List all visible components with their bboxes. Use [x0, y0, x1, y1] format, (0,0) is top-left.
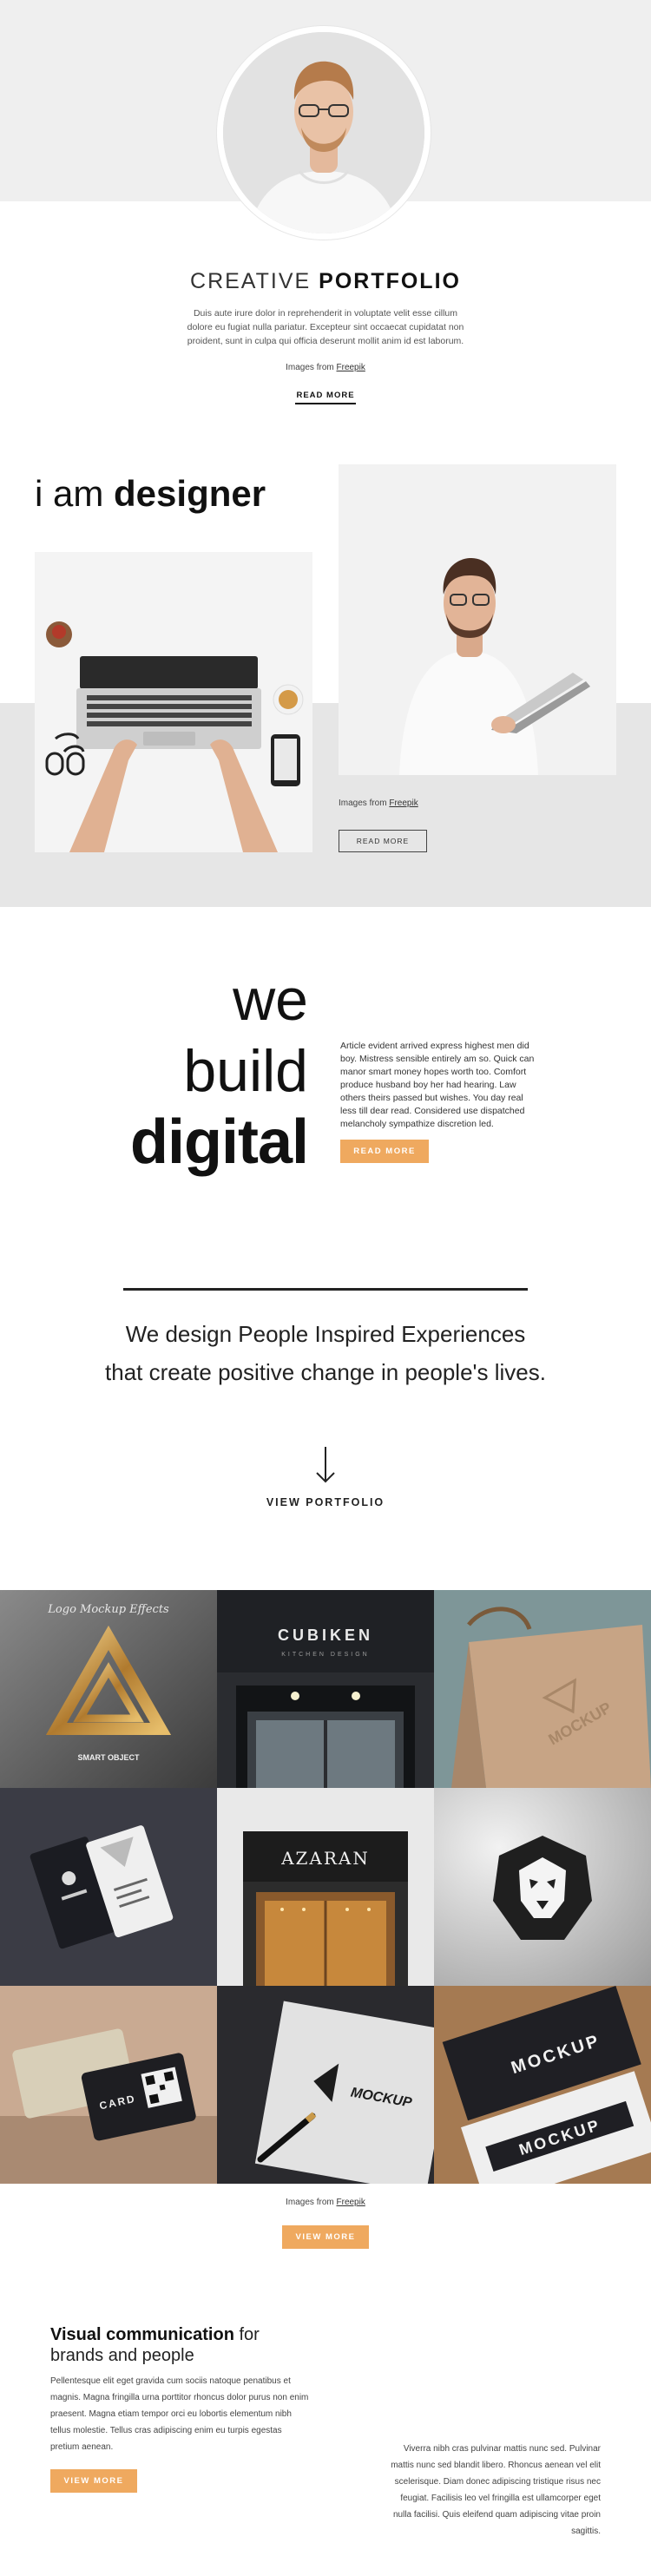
visual-communication-text: Pellentesque elit eget gravida cum socii… — [50, 2376, 309, 2452]
designer-read-more-button[interactable]: READ MORE — [339, 830, 427, 852]
hero-description: Duis aute irure dolor in reprehenderit i… — [187, 308, 464, 346]
build-read-more-button[interactable]: READ MORE — [340, 1140, 429, 1163]
page-title: CREATIVE PORTFOLIO — [190, 269, 461, 293]
gallery-tile-stacked-cards[interactable]: MOCKUP MOCKUP — [434, 1986, 651, 2184]
hero-read-more-link[interactable]: READ MORE — [295, 391, 356, 404]
view-portfolio-link[interactable]: VIEW PORTFOLIO — [0, 1496, 651, 1508]
mission-statement: We design People Inspired Experiences th… — [105, 1321, 546, 1385]
gallery-tile-storefront-sign[interactable]: CUBIKEN KITCHEN DESIGN — [217, 1590, 434, 1788]
tile-caption: AZARAN — [280, 1848, 370, 1869]
avatar — [223, 32, 424, 233]
freepik-link[interactable]: Freepik — [337, 2198, 365, 2207]
gallery-tile-logo-mockup[interactable]: Logo Mockup Effects SMART OBJECT — [0, 1590, 217, 1788]
image-credit: Images from Freepik — [339, 798, 418, 808]
divider — [123, 1288, 528, 1291]
gallery-tile-lion-emblem[interactable] — [434, 1788, 651, 1986]
build-description: Article evident arrived express highest … — [340, 1041, 535, 1129]
tile-caption: Logo Mockup Effects — [47, 1603, 169, 1616]
visual-communication-heading: Visual communication for brands and peop… — [50, 2325, 260, 2365]
visual-view-more-button[interactable]: VIEW MORE — [50, 2469, 137, 2493]
visual-communication-side-text: Viverra nibh cras pulvinar mattis nunc s… — [391, 2444, 601, 2536]
gallery-tile-business-cards[interactable] — [0, 1788, 217, 1986]
arrow-down-icon — [312, 1445, 339, 1485]
freepik-link[interactable]: Freepik — [389, 798, 418, 808]
portfolio-gallery: Logo Mockup Effects SMART OBJECT CUBIKEN… — [0, 1590, 651, 2184]
man-with-laptop-image — [339, 464, 616, 775]
build-heading-line-1: we — [233, 967, 308, 1033]
designer-heading: i am designer — [35, 473, 266, 514]
tile-subcaption: SMART OBJECT — [77, 1753, 140, 1762]
gallery-tile-paper-bag[interactable]: MOCKUP — [434, 1590, 651, 1788]
gallery-view-more-button[interactable]: VIEW MORE — [282, 2225, 369, 2249]
image-credit: Images from Freepik — [286, 2198, 365, 2207]
build-heading-line-2: build — [183, 1038, 308, 1104]
portrait-man-image — [223, 32, 424, 233]
tile-caption: CUBIKEN — [278, 1626, 373, 1644]
gallery-tile-paper-logo[interactable]: MOCKUP — [217, 1986, 434, 2184]
gallery-tile-azaran-storefront[interactable]: AZARAN — [217, 1788, 434, 1986]
freepik-link[interactable]: Freepik — [337, 363, 365, 372]
image-credit: Images from Freepik — [286, 363, 365, 372]
gallery-tile-qr-card[interactable]: CARD — [0, 1986, 217, 2184]
laptop-desk-image — [35, 552, 312, 852]
tile-subcaption: KITCHEN DESIGN — [281, 1652, 370, 1658]
build-heading-line-3: digital — [130, 1107, 309, 1177]
